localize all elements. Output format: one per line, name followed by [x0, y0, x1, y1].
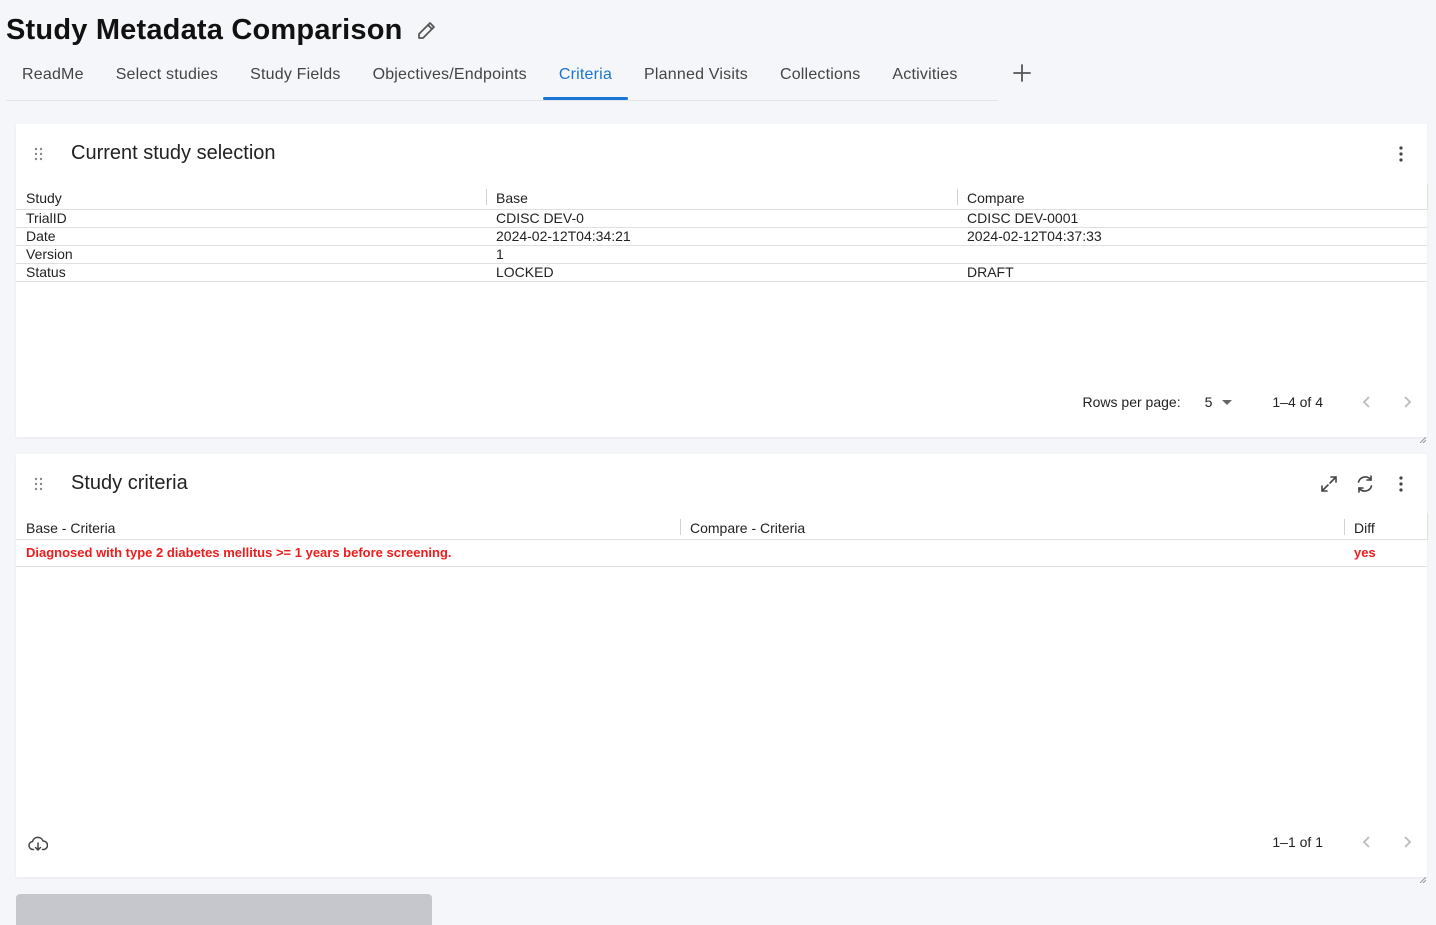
table-cell: Version	[16, 245, 486, 264]
table-row: Date 2024-02-12T04:34:21 2024-02-12T04:3…	[16, 227, 1427, 246]
card-title: Current study selection	[71, 142, 276, 164]
title-row: Study Metadata Comparison	[6, 10, 439, 50]
card-header: Study criteria	[16, 454, 1427, 514]
tab-study-fields[interactable]: Study Fields	[234, 52, 356, 98]
table-footer: Rows per page: 5 1–4 of 4	[1083, 382, 1427, 422]
pagination-range: 1–4 of 4	[1272, 394, 1323, 410]
chevron-left-icon[interactable]	[1347, 822, 1387, 862]
table-row: TrialID CDISC DEV-0 CDISC DEV-0001	[16, 209, 1427, 228]
table-cell: Diagnosed with type 2 diabetes mellitus …	[16, 539, 680, 567]
chevron-right-icon[interactable]	[1387, 822, 1427, 862]
chevron-left-icon[interactable]	[1347, 382, 1387, 422]
drag-handle-icon[interactable]	[33, 147, 45, 161]
pencil-edit-icon[interactable]	[415, 18, 439, 42]
tab-criteria[interactable]: Criteria	[542, 52, 629, 100]
table-cell: TrialID	[16, 209, 486, 228]
table-cell: 1	[486, 245, 957, 264]
column-header[interactable]: Compare - Criteria	[680, 514, 1344, 540]
more-vertical-icon[interactable]	[1390, 143, 1412, 165]
cloud-download-icon[interactable]	[28, 834, 49, 854]
more-vertical-icon[interactable]	[1390, 473, 1412, 495]
tab-planned-visits[interactable]: Planned Visits	[628, 52, 764, 98]
tab-select-studies[interactable]: Select studies	[100, 52, 234, 98]
table-row: Version 1	[16, 245, 1427, 264]
refresh-icon[interactable]	[1354, 473, 1376, 495]
table-footer: 1–1 of 1	[1272, 822, 1427, 862]
table-cell: 2024-02-12T04:34:21	[486, 227, 957, 246]
column-header[interactable]: Diff	[1344, 514, 1428, 540]
rows-per-page-label: Rows per page:	[1082, 394, 1181, 410]
expand-icon[interactable]	[1318, 473, 1340, 495]
table-cell: Date	[16, 227, 486, 246]
table-cell	[680, 539, 1344, 567]
rows-per-page-value: 5	[1204, 394, 1213, 410]
study-criteria-card: Study criteria Base - Criteria Compare -…	[16, 454, 1428, 884]
drag-handle-icon[interactable]	[33, 477, 45, 491]
card-title: Study criteria	[71, 472, 188, 494]
card-header: Current study selection	[16, 124, 1427, 184]
table-cell: CDISC DEV-0001	[957, 209, 1427, 228]
pagination-range: 1–1 of 1	[1272, 834, 1323, 850]
add-widget-placeholder[interactable]	[16, 894, 432, 925]
study-criteria-table: Base - Criteria Compare - Criteria Diff …	[16, 514, 1428, 567]
column-header[interactable]: Base - Criteria	[16, 514, 680, 540]
tab-collections[interactable]: Collections	[764, 52, 876, 98]
table-cell: Status	[16, 263, 486, 282]
diff-cell: yes	[1344, 539, 1427, 567]
table-cell: DRAFT	[957, 263, 1427, 282]
column-header[interactable]: Compare	[957, 184, 1428, 210]
column-header[interactable]: Study	[16, 184, 486, 210]
table-header-row: Base - Criteria Compare - Criteria Diff	[16, 514, 1428, 540]
tab-objectives-endpoints[interactable]: Objectives/Endpoints	[357, 52, 543, 98]
chevron-right-icon[interactable]	[1387, 382, 1427, 422]
table-row: Diagnosed with type 2 diabetes mellitus …	[16, 539, 1427, 567]
page-title: Study Metadata Comparison	[6, 13, 403, 46]
table-header-row: Study Base Compare	[16, 184, 1428, 210]
tab-readme[interactable]: ReadMe	[6, 52, 100, 98]
study-selection-card: Current study selection Study Base Compa…	[16, 124, 1428, 444]
table-cell: CDISC DEV-0	[486, 209, 957, 228]
table-cell: 2024-02-12T04:37:33	[957, 227, 1427, 246]
resize-handle-icon[interactable]	[1419, 870, 1427, 884]
resize-handle-icon[interactable]	[1419, 430, 1427, 444]
table-row: Status LOCKED DRAFT	[16, 263, 1427, 282]
rows-per-page-select[interactable]: 5	[1205, 394, 1233, 410]
column-header[interactable]: Base	[486, 184, 957, 210]
study-selection-table: Study Base Compare TrialID CDISC DEV-0 C…	[16, 184, 1428, 282]
table-cell	[957, 245, 1427, 264]
table-cell: LOCKED	[486, 263, 957, 282]
plus-icon[interactable]	[1012, 63, 1032, 83]
tab-bar: ReadMe Select studies Study Fields Objec…	[6, 52, 998, 101]
caret-down-icon	[1222, 399, 1233, 405]
tab-activities[interactable]: Activities	[876, 52, 973, 98]
